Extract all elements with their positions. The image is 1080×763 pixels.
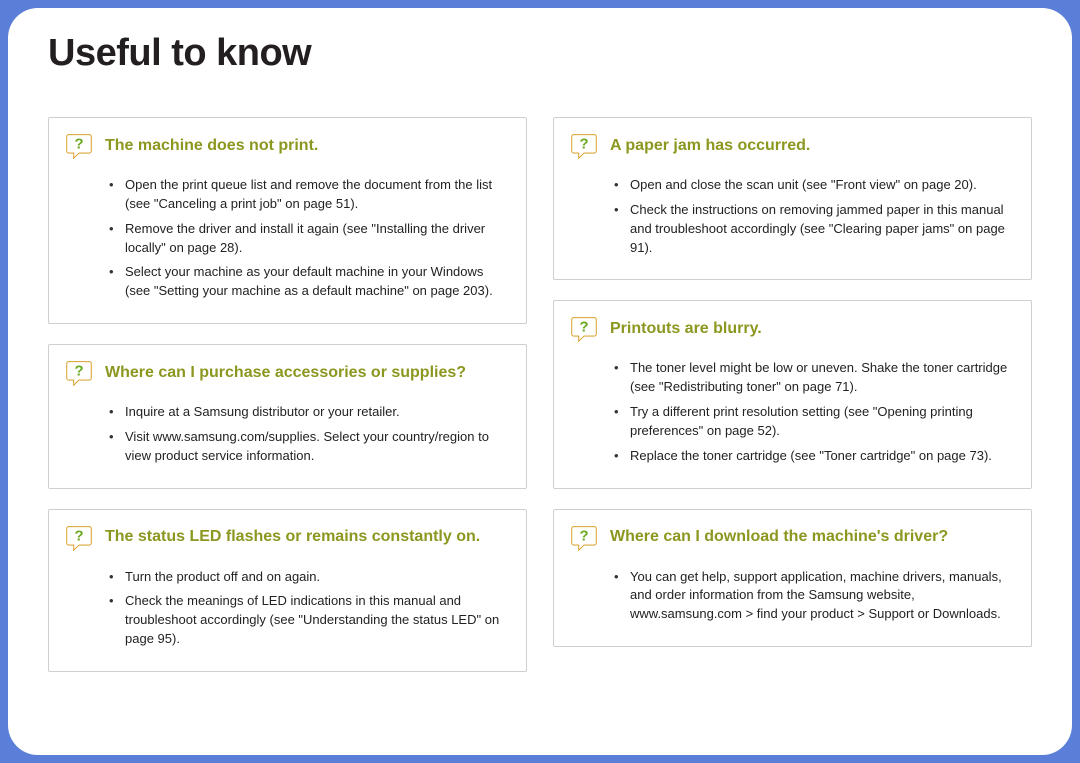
list-item: Inquire at a Samsung distributor or your…	[109, 403, 510, 422]
list-item: Try a different print resolution setting…	[614, 403, 1015, 441]
card-list: Open and close the scan unit (see "Front…	[570, 176, 1015, 257]
card-title: The machine does not print.	[105, 136, 318, 157]
list-item: Remove the driver and install it again (…	[109, 220, 510, 258]
list-item: Check the meanings of LED indications in…	[109, 592, 510, 649]
card-title: The status LED flashes or remains consta…	[105, 527, 480, 548]
card-title: Printouts are blurry.	[610, 319, 762, 340]
question-icon	[65, 132, 93, 160]
faq-card: A paper jam has occurred. Open and close …	[553, 117, 1032, 280]
card-header: The machine does not print.	[65, 132, 510, 160]
question-icon	[570, 315, 598, 343]
columns-container: The machine does not print. Open the prin…	[48, 117, 1032, 672]
card-header: Where can I download the machine's drive…	[570, 524, 1015, 552]
card-header: The status LED flashes or remains consta…	[65, 524, 510, 552]
question-icon	[65, 524, 93, 552]
card-header: Printouts are blurry.	[570, 315, 1015, 343]
question-icon	[570, 132, 598, 160]
list-item: Check the instructions on removing jamme…	[614, 201, 1015, 258]
list-item: Visit www.samsung.com/supplies. Select y…	[109, 428, 510, 466]
card-list: Open the print queue list and remove the…	[65, 176, 510, 301]
card-title: Where can I purchase accessories or supp…	[105, 363, 466, 384]
list-item: Select your machine as your default mach…	[109, 263, 510, 301]
faq-card: The status LED flashes or remains consta…	[48, 509, 527, 672]
question-icon	[65, 359, 93, 387]
right-column: A paper jam has occurred. Open and close …	[553, 117, 1032, 672]
question-icon	[570, 524, 598, 552]
card-list: The toner level might be low or uneven. …	[570, 359, 1015, 465]
card-title: A paper jam has occurred.	[610, 136, 810, 157]
document-page: Useful to know The machine does not prin…	[8, 8, 1072, 755]
card-list: Inquire at a Samsung distributor or your…	[65, 403, 510, 466]
list-item: Turn the product off and on again.	[109, 568, 510, 587]
card-title: Where can I download the machine's drive…	[610, 527, 948, 548]
card-list: You can get help, support application, m…	[570, 568, 1015, 625]
list-item: The toner level might be low or uneven. …	[614, 359, 1015, 397]
card-header: A paper jam has occurred.	[570, 132, 1015, 160]
faq-card: Printouts are blurry. The toner level mig…	[553, 300, 1032, 488]
list-item: Open and close the scan unit (see "Front…	[614, 176, 1015, 195]
card-list: Turn the product off and on again. Check …	[65, 568, 510, 649]
list-item: You can get help, support application, m…	[614, 568, 1015, 625]
page-title: Useful to know	[48, 32, 1032, 75]
list-item: Open the print queue list and remove the…	[109, 176, 510, 214]
faq-card: Where can I download the machine's drive…	[553, 509, 1032, 648]
faq-card: Where can I purchase accessories or supp…	[48, 344, 527, 489]
left-column: The machine does not print. Open the prin…	[48, 117, 527, 672]
card-header: Where can I purchase accessories or supp…	[65, 359, 510, 387]
list-item: Replace the toner cartridge (see "Toner …	[614, 447, 1015, 466]
faq-card: The machine does not print. Open the prin…	[48, 117, 527, 324]
